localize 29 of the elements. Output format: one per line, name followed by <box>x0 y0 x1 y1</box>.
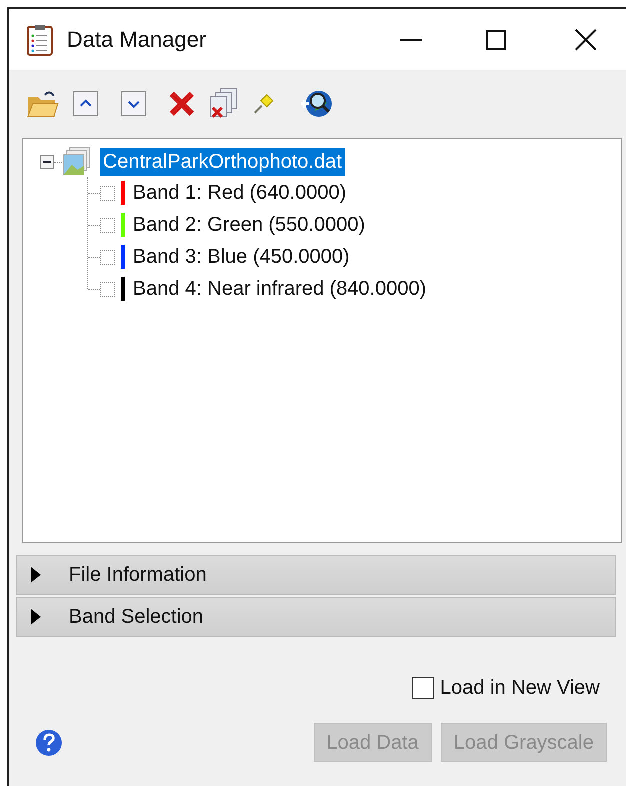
checkbox[interactable] <box>100 218 115 232</box>
checkbox-label: Load in New View <box>440 676 600 701</box>
clipboard-icon <box>27 24 53 56</box>
checkbox[interactable] <box>100 250 115 264</box>
checkbox[interactable] <box>100 186 115 200</box>
delete-icon[interactable] <box>169 91 195 117</box>
folder-icon[interactable] <box>27 89 59 119</box>
section-header[interactable]: File Information <box>16 555 616 595</box>
expand-arrow-icon <box>31 609 41 625</box>
close-icon <box>575 28 597 50</box>
checkbox[interactable] <box>100 282 115 296</box>
collapse-toggle[interactable] <box>40 155 54 169</box>
tree-item[interactable]: Band 1: Red (640.0000) <box>133 178 346 208</box>
minimize-icon <box>400 38 422 40</box>
expand-arrow-icon <box>31 567 41 583</box>
raster-stack-icon <box>62 147 92 177</box>
move-up-icon[interactable] <box>73 91 99 117</box>
help-icon[interactable] <box>35 728 63 756</box>
tree-item[interactable]: Band 4: Near infrared (840.0000) <box>133 274 427 304</box>
section-header[interactable]: Band Selection <box>16 597 616 637</box>
tree-item[interactable]: Band 2: Green (550.0000) <box>133 210 366 240</box>
delete-all-icon[interactable] <box>209 88 239 120</box>
checkbox[interactable] <box>412 677 434 699</box>
move-down-icon[interactable] <box>121 91 147 117</box>
maximize-icon <box>486 30 506 50</box>
pin-icon[interactable] <box>253 93 275 115</box>
tree-item[interactable]: CentralParkOrthophoto.dat <box>100 148 346 176</box>
window-title: Data Manager <box>67 26 206 54</box>
tree-item[interactable]: Band 3: Blue (450.0000) <box>133 242 350 272</box>
